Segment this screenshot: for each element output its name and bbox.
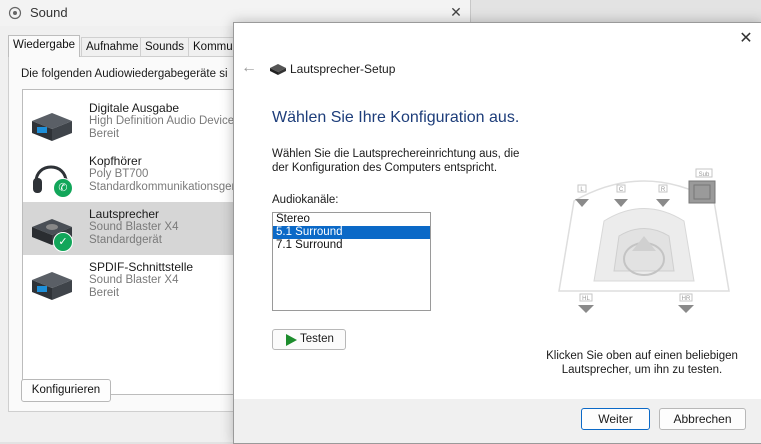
speaker-rear-right[interactable]: HR [678, 293, 694, 313]
speaker-label-r: R [661, 187, 666, 193]
test-button-label: Testen [300, 333, 334, 345]
device-speakers[interactable]: ✓ Lautsprecher Sound Blaster X4 Standard… [23, 202, 260, 255]
speaker-icon [8, 6, 22, 20]
speaker-setup-icon [270, 64, 286, 75]
speaker-center[interactable]: C [614, 184, 628, 207]
device-status: Bereit [89, 128, 120, 140]
speaker-label-c: C [619, 187, 624, 193]
configure-button[interactable]: Konfigurieren [21, 379, 111, 402]
digital-output-icon [32, 113, 72, 141]
tab-aufnahme[interactable]: Aufnahme [81, 37, 144, 56]
device-description: High Definition Audio Device [89, 115, 235, 127]
playback-instructions: Die folgenden Audiowiedergabegeräte si [21, 68, 228, 80]
speaker-subwoofer[interactable]: Sub [688, 168, 716, 204]
device-status: Standardkommunikationsgerät [89, 181, 245, 193]
device-spdif[interactable]: SPDIF-Schnittstelle Sound Blaster X4 Ber… [23, 255, 260, 308]
device-description: Sound Blaster X4 [89, 274, 179, 286]
device-headphones[interactable]: ✆ Kopfhörer Poly BT700 Standardkommunika… [23, 149, 260, 202]
device-name: Digitale Ausgabe [89, 101, 180, 115]
close-icon[interactable]: ✕ [447, 3, 465, 21]
spdif-icon [32, 272, 72, 300]
close-icon[interactable]: ✕ [736, 29, 756, 49]
device-status: Bereit [89, 287, 120, 299]
dialog-title: Lautsprecher-Setup [290, 62, 396, 76]
dialog-footer: Weiter Abbrechen [234, 399, 761, 443]
speaker-label-sub: Sub [699, 172, 710, 178]
device-name: SPDIF-Schnittstelle [89, 260, 194, 274]
cancel-button[interactable]: Abbrechen [659, 408, 746, 430]
device-list: Digitale Ausgabe High Definition Audio D… [22, 89, 260, 395]
speaker-front-right[interactable]: R [656, 184, 670, 207]
dialog-instructions: Wählen Sie die Lautsprechereinrichtung a… [272, 148, 520, 174]
speaker-label-hl: HL [582, 296, 590, 302]
back-arrow-icon[interactable]: ← [240, 59, 258, 77]
speaker-test-hint: Klicken Sie oben auf einen beliebigen La… [546, 350, 738, 376]
device-description: Sound Blaster X4 [89, 221, 179, 233]
device-description: Poly BT700 [89, 168, 149, 180]
check-badge-icon: ✓ [53, 232, 73, 252]
speaker-setup-dialog: ✕ ← Lautsprecher-Setup Wählen Sie Ihre K… [233, 22, 761, 444]
test-button[interactable]: Testen [272, 329, 346, 350]
channel-option-7-1-surround[interactable]: 7.1 Surround [273, 239, 430, 252]
audio-channels-label: Audiokanäle: [272, 194, 339, 206]
dialog-heading: Wählen Sie Ihre Konfiguration aus. [272, 109, 520, 126]
audio-channels-list[interactable]: Stereo 5.1 Surround 7.1 Surround [272, 212, 431, 311]
channel-option-stereo[interactable]: Stereo [273, 213, 430, 226]
next-button[interactable]: Weiter [581, 408, 650, 430]
tab-wiedergabe[interactable]: Wiedergabe [8, 35, 81, 57]
tab-sounds[interactable]: Sounds [140, 37, 190, 56]
device-status: Standardgerät [89, 234, 162, 246]
speaker-rear-left[interactable]: HL [578, 293, 594, 313]
device-name: Lautsprecher [89, 207, 160, 221]
play-icon [286, 334, 297, 346]
playback-panel: Die folgenden Audiowiedergabegeräte si D… [8, 56, 260, 412]
channel-option-5-1-surround[interactable]: 5.1 Surround [273, 226, 430, 239]
phone-badge-icon: ✆ [53, 178, 73, 198]
device-digital-output[interactable]: Digitale Ausgabe High Definition Audio D… [23, 96, 260, 149]
device-name: Kopfhörer [89, 154, 142, 168]
speaker-label-hr: HR [682, 296, 691, 302]
speaker-diagram: L C R Sub HL HR [558, 168, 730, 313]
sound-tabs: Wiedergabe Aufnahme Sounds Kommuni [8, 35, 248, 57]
sound-window-title: Sound [30, 5, 68, 20]
